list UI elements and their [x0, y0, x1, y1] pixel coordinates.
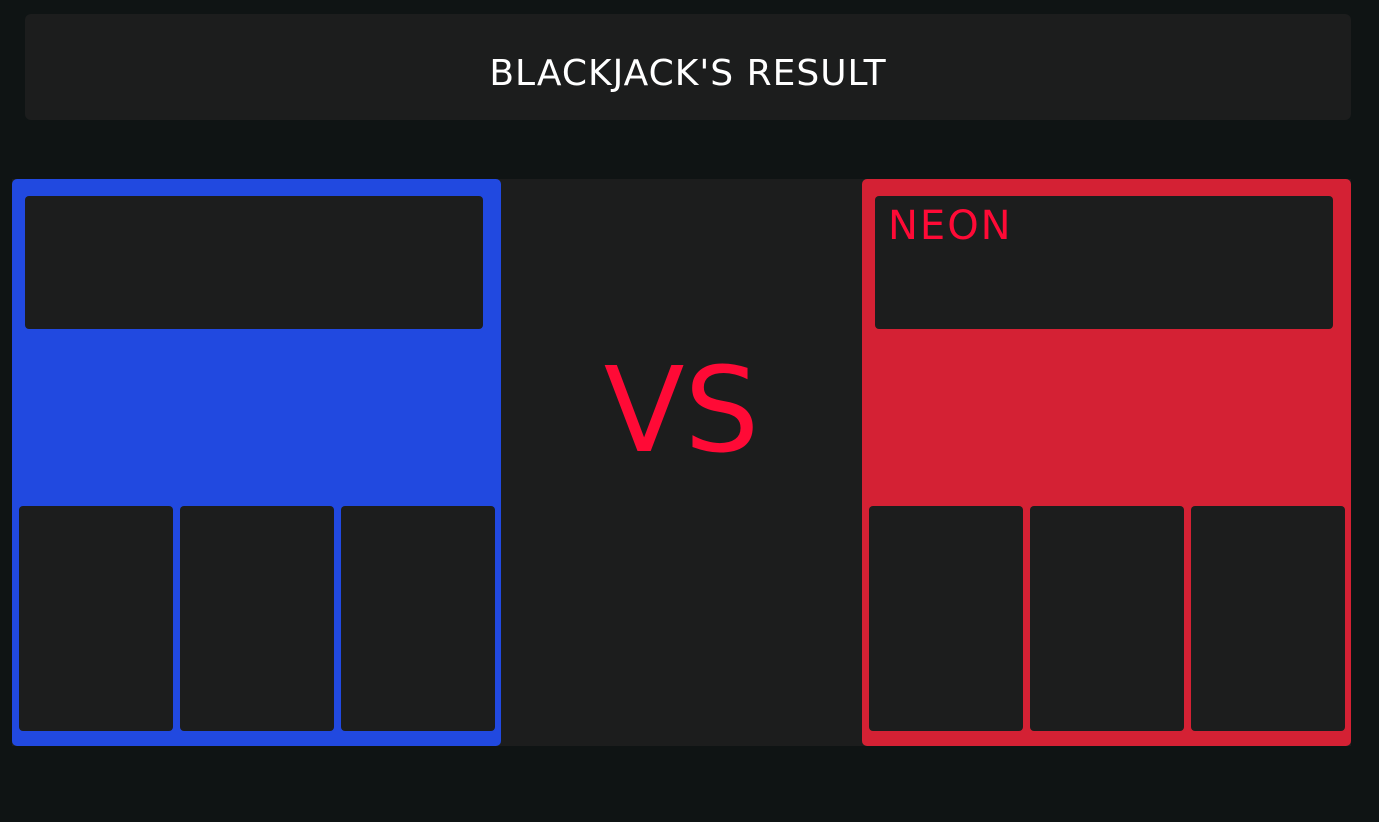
player-name-box-left [25, 196, 483, 329]
player-name-box-right: NEON [875, 196, 1333, 329]
page-title: BLACKJACK'S RESULT [489, 53, 887, 94]
vs-label: VS [603, 341, 760, 479]
card-slot-right-1 [869, 506, 1023, 731]
card-slot-right-3 [1191, 506, 1345, 731]
player-name-right: NEON [888, 203, 1013, 249]
card-slot-left-2 [180, 506, 334, 731]
card-slot-left-1 [19, 506, 173, 731]
card-slot-left-3 [341, 506, 495, 731]
card-slot-right-2 [1030, 506, 1184, 731]
player-panel-left [12, 179, 501, 746]
result-header: BLACKJACK'S RESULT [25, 14, 1351, 120]
player-panel-right: NEON [862, 179, 1351, 746]
